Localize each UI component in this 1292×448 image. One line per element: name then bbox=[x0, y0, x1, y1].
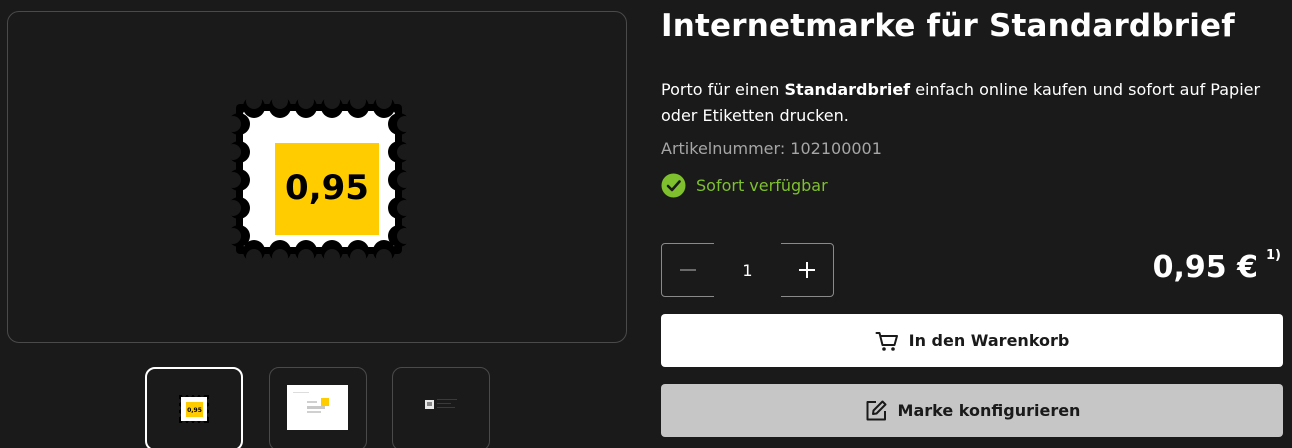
description-highlight: Standardbrief bbox=[784, 80, 911, 99]
quantity-stepper bbox=[661, 243, 834, 297]
availability-status: Sofort verfügbar bbox=[661, 172, 828, 198]
add-to-cart-label: In den Warenkorb bbox=[908, 331, 1070, 350]
increase-quantity-button[interactable] bbox=[781, 244, 833, 296]
envelope-thumbnail-icon bbox=[287, 385, 348, 430]
quantity-input[interactable] bbox=[714, 243, 781, 297]
add-to-cart-button[interactable]: In den Warenkorb bbox=[661, 314, 1283, 367]
minus-icon bbox=[680, 269, 696, 271]
stamp-value: 0,95 bbox=[285, 168, 369, 208]
edit-icon bbox=[864, 399, 888, 423]
price: 0,95 € bbox=[1152, 250, 1258, 285]
configure-stamp-button[interactable]: Marke konfigurieren bbox=[661, 384, 1283, 437]
availability-text: Sofort verfügbar bbox=[696, 175, 828, 195]
price-footnote: 1) bbox=[1266, 248, 1281, 263]
check-circle-icon bbox=[661, 173, 686, 197]
article-number: Artikelnummer: 102100001 bbox=[661, 139, 882, 158]
document-thumbnail-icon bbox=[425, 399, 457, 409]
description-text: Porto für einen bbox=[661, 80, 785, 99]
svg-text:0,95: 0,95 bbox=[187, 407, 202, 414]
plus-icon bbox=[799, 262, 815, 278]
page-title: Internetmarke für Standardbrief bbox=[661, 8, 1235, 44]
thumbnail-envelope[interactable] bbox=[269, 367, 367, 448]
stamp-image: 0,95 bbox=[230, 98, 408, 260]
configure-stamp-label: Marke konfigurieren bbox=[897, 401, 1081, 420]
cart-icon bbox=[875, 329, 899, 353]
product-page: 0,95 0,95 Internetmarke für Standardbrie… bbox=[0, 0, 1292, 448]
thumbnail-document[interactable] bbox=[392, 367, 490, 448]
thumbnail-stamp[interactable]: 0,95 bbox=[145, 367, 243, 448]
stamp-thumbnail-icon: 0,95 bbox=[178, 394, 210, 424]
main-product-image[interactable]: 0,95 bbox=[7, 11, 627, 343]
decrease-quantity-button[interactable] bbox=[662, 244, 714, 296]
product-description: Porto für einen Standardbrief einfach on… bbox=[661, 77, 1271, 129]
